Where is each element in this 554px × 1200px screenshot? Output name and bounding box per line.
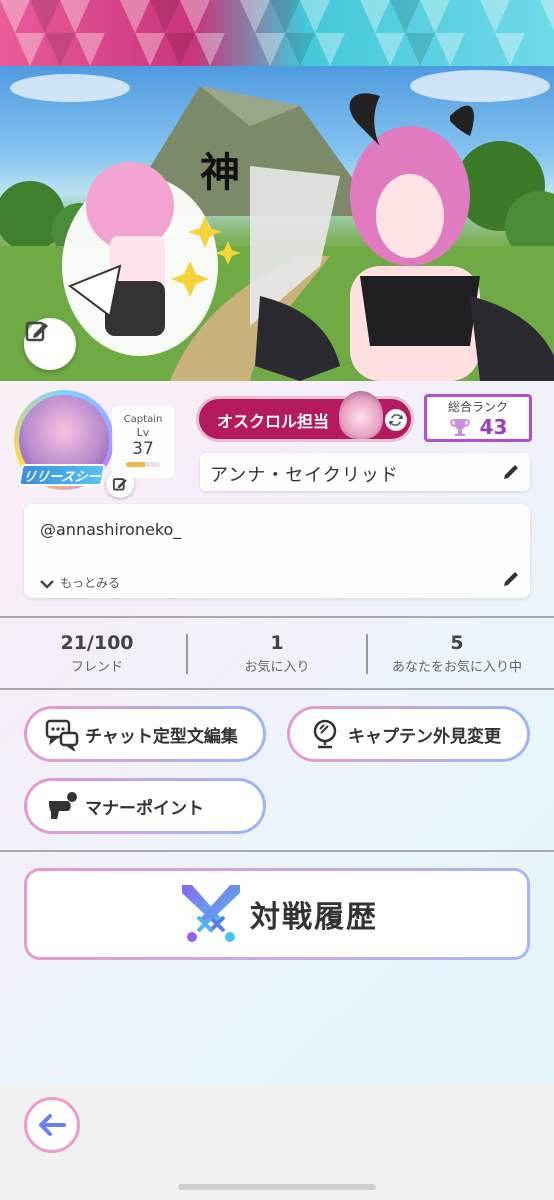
role-selector[interactable]: オスクロル担当 xyxy=(196,391,414,442)
role-character-face xyxy=(339,391,383,439)
captain-avatar[interactable]: リリースシー xyxy=(14,390,134,500)
pencil-icon[interactable] xyxy=(502,463,520,481)
manner-points-button[interactable]: マナーポイント xyxy=(24,778,266,834)
captain-appearance-button[interactable]: キャプテン外見変更 xyxy=(287,706,530,762)
stat-value: 5 xyxy=(450,632,464,654)
stat-label: お気に入り xyxy=(244,660,310,675)
crossed-swords-icon xyxy=(182,885,240,942)
stat-favorites[interactable]: 1 お気に入り xyxy=(187,632,367,675)
back-button[interactable] xyxy=(24,1097,80,1153)
edit-icon xyxy=(25,321,48,342)
trophy-icon xyxy=(449,419,470,436)
level-value: 37 xyxy=(132,439,154,459)
level-label: Lv xyxy=(136,426,150,439)
battle-history-button[interactable]: 対戦履歴 xyxy=(24,868,530,960)
mirror-icon xyxy=(313,719,337,749)
swap-icon xyxy=(385,409,407,431)
stat-label: あなたをお気に入り中 xyxy=(391,660,522,675)
role-label: オスクロル担当 xyxy=(217,412,330,431)
level-progress-fill xyxy=(126,462,145,467)
divider xyxy=(0,850,554,852)
captain-appearance-label: キャプテン外見変更 xyxy=(348,726,501,747)
home-indicator xyxy=(178,1184,376,1190)
captain-level-box: Captain Lv 37 xyxy=(112,406,174,478)
release-badge: リリースシー xyxy=(18,464,106,486)
stat-value: 21/100 xyxy=(60,632,134,654)
level-progress-bar xyxy=(126,462,160,467)
rank-title: 総合ランク xyxy=(447,400,508,414)
chat-template-label: チャット定型文編集 xyxy=(85,726,238,747)
bottom-bar xyxy=(0,1084,554,1200)
edit-icon xyxy=(112,478,127,491)
player-name: アンナ・セイクリッド xyxy=(210,465,399,486)
show-more-label: もっとみる xyxy=(60,576,121,590)
divider xyxy=(0,688,554,690)
chevron-down-icon xyxy=(40,579,54,589)
social-stats: 21/100 フレンド 1 お気に入り 5 あなたをお気に入り中 xyxy=(0,618,554,688)
banner-edit-button[interactable] xyxy=(24,318,76,370)
overall-rank-box: 総合ランク 43 xyxy=(424,394,532,442)
player-name-field[interactable]: アンナ・セイクリッド xyxy=(200,453,530,491)
whistle-icon xyxy=(49,792,77,819)
kanji-text: 神 xyxy=(200,150,240,196)
stat-friends[interactable]: 21/100 フレンド xyxy=(7,632,187,675)
stat-value: 1 xyxy=(270,632,284,654)
manner-points-label: マナーポイント xyxy=(85,798,204,819)
stat-favorited-by[interactable]: 5 あなたをお気に入り中 xyxy=(367,632,547,675)
stat-label: フレンド xyxy=(70,660,123,675)
arrow-left-icon xyxy=(39,1114,66,1136)
level-caption: Captain xyxy=(123,414,163,425)
battle-history-label: 対戦履歴 xyxy=(250,900,378,935)
bio-field[interactable]: @annashironeko_ もっとみる xyxy=(24,504,530,598)
chat-bubbles-icon xyxy=(45,719,79,751)
bio-text: @annashironeko_ xyxy=(40,520,182,539)
profile-banner: 神 xyxy=(0,66,554,381)
rank-value: 43 xyxy=(479,415,508,439)
chat-template-edit-button[interactable]: チャット定型文編集 xyxy=(24,706,266,762)
show-more-link[interactable]: もっとみる xyxy=(40,574,120,591)
header-triangle-pattern xyxy=(0,0,554,66)
pencil-icon[interactable] xyxy=(502,570,520,588)
